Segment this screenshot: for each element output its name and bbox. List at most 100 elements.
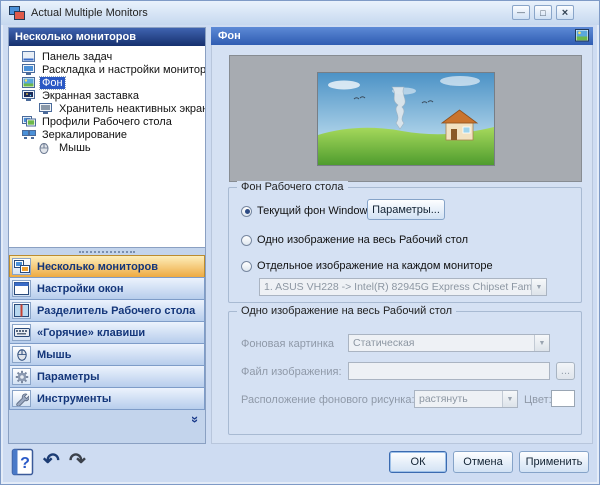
single-image-group: Одно изображение на весь Рабочий стол Фо… [228, 311, 582, 435]
settings-tree: Панель задач Раскладка и настройки монит… [9, 46, 205, 248]
redo-icon[interactable]: ↷ [69, 451, 86, 471]
accordion-tools[interactable]: Инструменты [9, 387, 205, 410]
wrench-icon [12, 390, 31, 407]
tree-item-label: Мышь [57, 142, 93, 154]
tree-item-desktop-profiles[interactable]: Профили Рабочего стола [9, 115, 205, 128]
accordion-hotkeys[interactable]: «Горячие» клавиши [9, 321, 205, 344]
color-label: Цвет: [524, 394, 552, 406]
window-title: Actual Multiple Monitors [31, 7, 148, 19]
accordion-label: Инструменты [37, 393, 111, 405]
monitor-select-value: 1. ASUS VH228 -> Intel(R) 82945G Express… [260, 281, 531, 293]
mouse-icon [12, 346, 31, 363]
inactive-monitor-icon [39, 103, 55, 114]
keyboard-icon [12, 324, 31, 341]
collapse-chevron-icon[interactable]: » [188, 416, 203, 423]
image-file-label: Файл изображения: [241, 366, 342, 378]
accordion-label: Мышь [37, 349, 72, 361]
tree-item-label: Экранная заставка [40, 90, 141, 102]
gear-icon [12, 368, 31, 385]
maximize-button[interactable]: □ [534, 5, 552, 20]
app-icon [9, 6, 25, 21]
accordion-label: Параметры [37, 371, 99, 383]
apply-button[interactable]: Применить [519, 451, 589, 473]
tree-item-label: Раскладка и настройки мониторов [40, 64, 205, 76]
accordion-label: «Горячие» клавиши [37, 327, 145, 339]
accordion-label: Настройки окон [37, 283, 124, 295]
desktop-background-group: Фон Рабочего стола Текущий фон Windows П… [228, 187, 582, 303]
image-file-input[interactable] [348, 362, 550, 380]
tree-item-label: Панель задач [40, 51, 114, 63]
radio-icon [241, 235, 252, 246]
tree-item-label: Зеркалирование [40, 129, 129, 141]
wallpaper-image [318, 73, 494, 165]
minimize-button[interactable]: — [512, 5, 530, 20]
mouse-icon [39, 142, 55, 154]
monitors-icon [12, 258, 31, 275]
radio-icon [241, 206, 252, 217]
position-value: растянуть [415, 393, 502, 405]
tree-item-mouse[interactable]: Мышь [9, 141, 205, 154]
close-button[interactable]: × [556, 5, 574, 20]
profiles-icon [22, 116, 38, 127]
sidebar: Несколько мониторов Панель задач Расклад… [8, 27, 206, 444]
page-title: Фон [218, 30, 241, 42]
per-monitor-image-radio[interactable]: Отдельное изображение на каждом мониторе [241, 260, 493, 272]
ok-button[interactable]: ОК [389, 451, 447, 473]
bg-picture-value: Статическая [349, 337, 534, 349]
divider-icon [12, 302, 31, 319]
titlebar: Actual Multiple Monitors — □ × [1, 1, 599, 25]
bg-picture-select[interactable]: Статическая ▼ [348, 334, 550, 352]
taskbar-icon [22, 51, 38, 62]
radio-icon [241, 261, 252, 272]
accordion-options[interactable]: Параметры [9, 365, 205, 388]
accordion-label: Разделитель Рабочего стола [37, 305, 195, 317]
undo-icon[interactable]: ↶ [43, 451, 60, 471]
current-windows-bg-radio[interactable]: Текущий фон Windows [241, 205, 373, 217]
tree-item-label: Хранитель неактивных экранов [57, 103, 205, 115]
wallpaper-icon [22, 77, 38, 88]
accordion-window-settings[interactable]: Настройки окон [9, 277, 205, 300]
tree-item-label: Профили Рабочего стола [40, 116, 174, 128]
chevron-down-icon: ▼ [534, 335, 549, 351]
tree-item-mirroring[interactable]: Зеркалирование [9, 128, 205, 141]
radio-label: Отдельное изображение на каждом мониторе [257, 260, 493, 272]
mirroring-icon [22, 129, 38, 140]
color-swatch[interactable] [551, 390, 575, 407]
page-content: Фон Рабочего стола Текущий фон Windows П… [211, 45, 593, 444]
sidebar-footer: » [9, 410, 205, 434]
single-image-radio[interactable]: Одно изображение на весь Рабочий стол [241, 234, 468, 246]
sidebar-header: Несколько мониторов [9, 28, 205, 46]
page-header: Фон [211, 27, 593, 45]
tree-item-inactive-screensaver[interactable]: Хранитель неактивных экранов [9, 102, 205, 115]
chevron-down-icon: ▼ [502, 391, 517, 407]
parameters-button[interactable]: Параметры... [367, 199, 445, 220]
group-title: Фон Рабочего стола [237, 181, 348, 194]
screensaver-icon [22, 90, 38, 101]
monitor-select[interactable]: 1. ASUS VH228 -> Intel(R) 82945G Express… [259, 278, 547, 296]
group-title: Одно изображение на весь Рабочий стол [237, 305, 456, 318]
chevron-down-icon: ▼ [531, 279, 546, 295]
accordion-mouse[interactable]: Мышь [9, 343, 205, 366]
main-panel: Фон [211, 27, 593, 444]
tree-item-label: Фон [40, 77, 65, 89]
position-select[interactable]: растянуть ▼ [414, 390, 518, 408]
help-icon[interactable]: ? [10, 447, 36, 480]
cancel-button[interactable]: Отмена [453, 451, 513, 473]
tree-item-screensaver[interactable]: Экранная заставка [9, 89, 205, 102]
app-window: Actual Multiple Monitors — □ × Несколько… [0, 0, 600, 485]
radio-label: Одно изображение на весь Рабочий стол [257, 234, 468, 246]
radio-label: Текущий фон Windows [257, 205, 373, 217]
svg-text:?: ? [20, 455, 30, 472]
browse-button[interactable]: ... [556, 362, 575, 380]
tree-item-taskbar[interactable]: Панель задач [9, 50, 205, 63]
window-icon [12, 280, 31, 297]
position-label: Расположение фонового рисунка: [241, 394, 415, 406]
monitor-icon [22, 64, 38, 75]
bg-picture-label: Фоновая картинка [241, 338, 334, 350]
accordion-multiple-monitors[interactable]: Несколько мониторов [9, 255, 205, 278]
accordion-label: Несколько мониторов [37, 261, 158, 273]
wallpaper-preview [229, 55, 582, 182]
accordion-desktop-divider[interactable]: Разделитель Рабочего стола [9, 299, 205, 322]
tree-item-layout[interactable]: Раскладка и настройки мониторов [9, 63, 205, 76]
tree-item-background[interactable]: Фон [9, 76, 205, 89]
